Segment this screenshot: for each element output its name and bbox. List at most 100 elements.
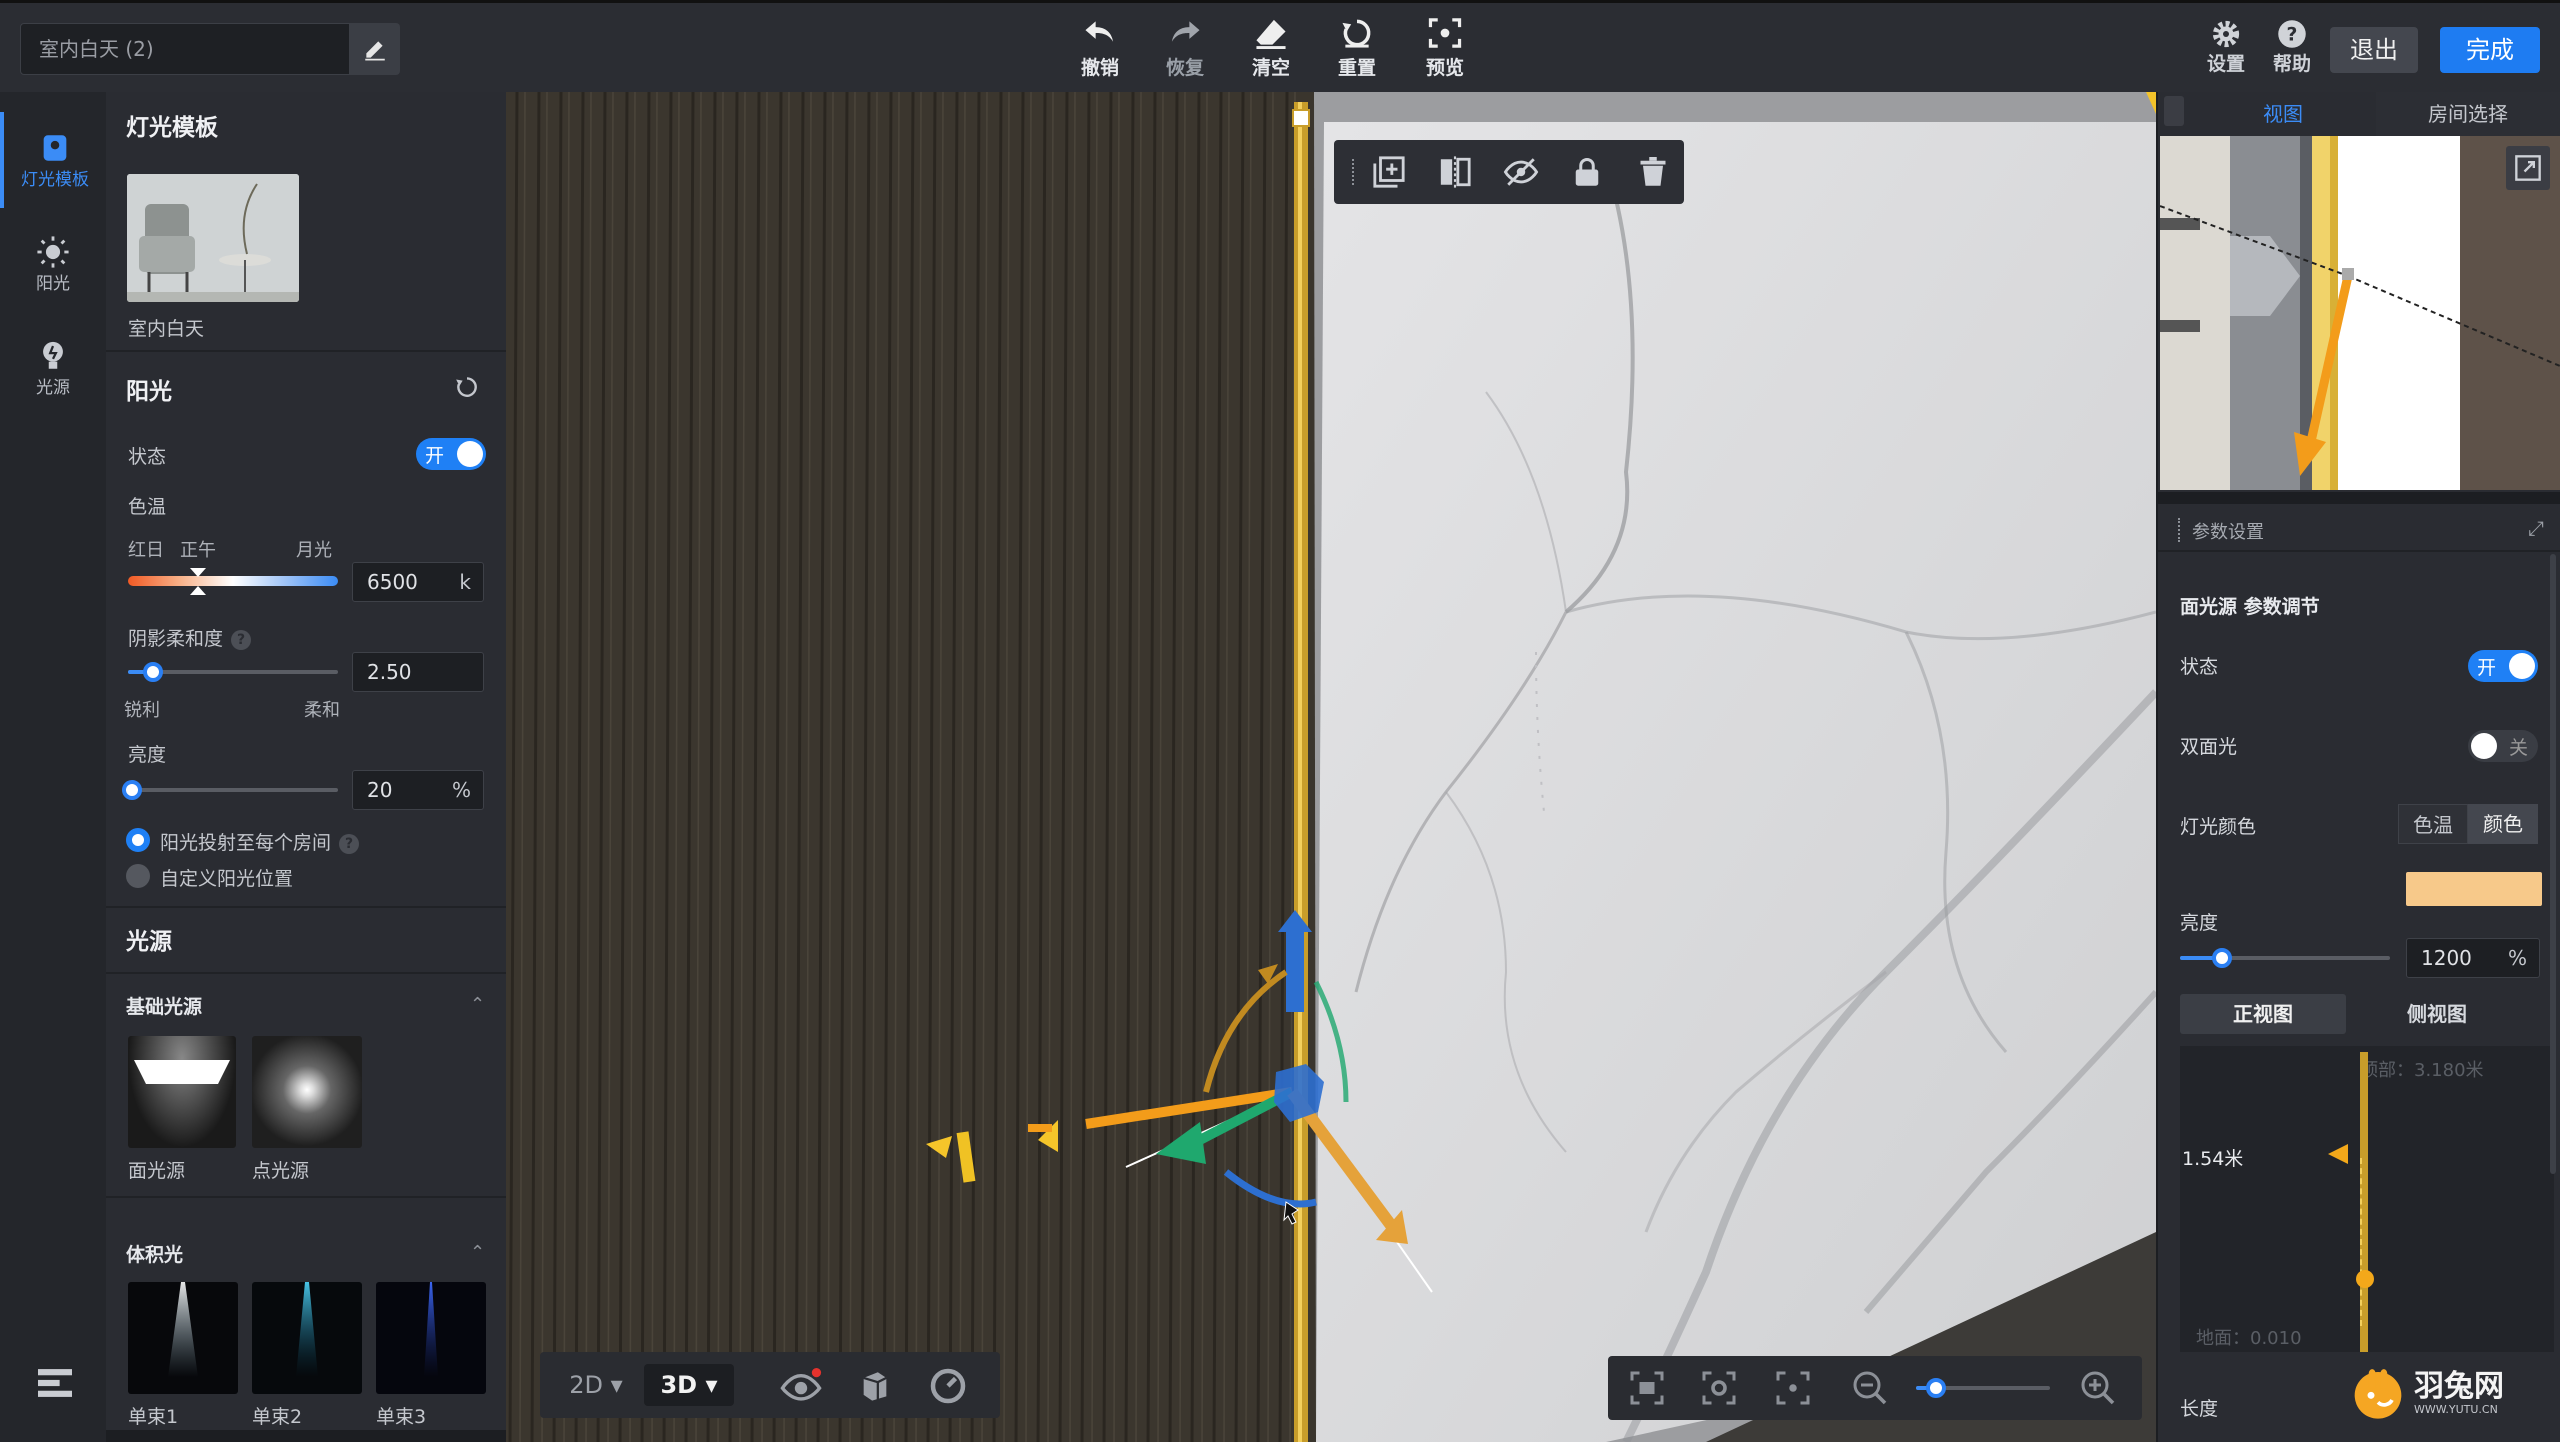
redo-button[interactable]: 恢复 — [1150, 17, 1220, 85]
radio-all-rooms-label: 阳光投射至每个房间? — [160, 828, 360, 855]
shadow-input[interactable]: 2.50 — [352, 652, 484, 692]
collapse-panel-button[interactable] — [36, 1366, 74, 1404]
preview-label: 预览 — [1425, 57, 1464, 79]
undo-button[interactable]: 撤销 — [1065, 17, 1135, 85]
exit-button[interactable]: 退出 — [2330, 27, 2418, 73]
beam2-label: 单束2 — [252, 1406, 303, 1428]
height-handle[interactable] — [2356, 1270, 2374, 1288]
point-light-item[interactable] — [252, 1036, 362, 1148]
zoom-out-button[interactable] — [1852, 1370, 1888, 1410]
brightness-slider[interactable] — [122, 780, 338, 800]
view-2d-button[interactable]: 2D ▾ — [560, 1364, 632, 1406]
zoom-slider[interactable] — [1916, 1378, 2050, 1398]
eraser-icon — [1256, 19, 1286, 49]
lb-unit: % — [2507, 946, 2527, 970]
camera-settings-button[interactable] — [1700, 1370, 1738, 1410]
svg-text:?: ? — [2287, 24, 2298, 45]
reset-button[interactable]: 重置 — [1322, 17, 1392, 85]
shadow-slider-handle[interactable] — [143, 662, 163, 682]
front-view-button[interactable]: 正视图 — [2180, 994, 2346, 1034]
height-value: 1.54米 — [2182, 1148, 2244, 1170]
beam2-item[interactable] — [252, 1282, 362, 1394]
radio-all-rooms[interactable] — [126, 828, 150, 852]
template-thumbnail[interactable] — [127, 174, 299, 302]
undo-label: 撤销 — [1080, 57, 1119, 79]
help-icon[interactable]: ? — [231, 629, 252, 650]
expand-params-icon[interactable]: ⤢ — [2528, 516, 2544, 540]
nav-lights[interactable]: 光源 — [0, 320, 106, 416]
settings-button[interactable]: 设置 — [2196, 19, 2256, 85]
nav-lamp-template[interactable]: 灯光模板 — [0, 112, 106, 208]
zoom-out-icon — [1853, 1371, 1887, 1405]
double-side-toggle[interactable]: 关 — [2468, 730, 2538, 762]
lock-object-button[interactable] — [1566, 151, 1608, 193]
hide-object-button[interactable] — [1500, 151, 1542, 193]
copy-object-button[interactable] — [1368, 151, 1410, 193]
sunlight-status-toggle[interactable]: 开 — [416, 438, 486, 470]
color-mode-color[interactable]: 颜色 — [2468, 804, 2538, 844]
collapse-volume-icon[interactable]: ⌃ — [470, 1242, 485, 1263]
beam1-label: 单束1 — [128, 1406, 179, 1428]
brightness-input[interactable]: 20% — [352, 770, 484, 810]
drag-handle[interactable] — [2164, 96, 2184, 126]
params-scrollbar[interactable] — [2550, 554, 2556, 1174]
params-panel: 参数设置 ⤢ 面光源 参数调节 状态 开 双面光 关 灯光颜色 色温 颜色 亮度… — [2158, 504, 2560, 1442]
rename-button[interactable] — [350, 23, 400, 75]
nav-label: 阳光 — [36, 273, 70, 294]
minimap-view[interactable] — [2160, 136, 2560, 490]
color-temp-handle[interactable] — [190, 568, 206, 577]
cube-view-button[interactable] — [858, 1368, 892, 1406]
ct-right-label: 月光 — [296, 540, 332, 561]
beam1-item[interactable] — [128, 1282, 238, 1394]
preview-button[interactable]: 预览 — [1410, 17, 1480, 85]
help-button[interactable]: ? 帮助 — [2262, 19, 2322, 85]
focus-button[interactable] — [1774, 1370, 1812, 1410]
color-temp-slider[interactable] — [128, 576, 338, 586]
params-title: 参数设置 — [2192, 522, 2264, 543]
brightness-slider-handle[interactable] — [122, 780, 142, 800]
viewport-3d[interactable] — [506, 92, 2156, 1442]
copy-plus-icon — [1373, 156, 1405, 188]
focus-icon — [1776, 1371, 1810, 1405]
zoom-slider-handle[interactable] — [1926, 1378, 1946, 1398]
light-brightness-handle[interactable] — [2212, 948, 2232, 968]
top-toolbar: 室内白天 (2) 撤销 恢复 清空 重置 预览 设置 ? 帮助 退出 完成 — [0, 0, 2560, 92]
lock-icon — [1575, 158, 1599, 186]
color-mode-temp[interactable]: 色温 — [2398, 804, 2468, 844]
shadow-slider[interactable] — [128, 662, 338, 682]
brightness-unit: % — [451, 778, 471, 802]
light-color-swatch[interactable] — [2406, 872, 2542, 906]
radio-custom-label: 自定义阳光位置 — [160, 868, 294, 890]
tab-view[interactable]: 视图 — [2190, 92, 2376, 136]
list-icon — [38, 1369, 72, 1397]
visibility-button[interactable] — [780, 1368, 822, 1406]
help-label: 帮助 — [2272, 53, 2311, 75]
light-brightness-input[interactable]: 1200% — [2406, 938, 2540, 978]
light-brightness-slider[interactable] — [2180, 948, 2390, 968]
nav-label: 灯光模板 — [21, 169, 89, 190]
front-view-diagram[interactable]: 顶部：3.180米 1.54米 地面：0.010 — [2180, 1046, 2554, 1352]
gauge-button[interactable] — [930, 1368, 966, 1408]
beam3-item[interactable] — [376, 1282, 486, 1394]
light-status-toggle[interactable]: 开 — [2468, 650, 2538, 682]
zoom-in-button[interactable] — [2080, 1370, 2116, 1410]
radio-custom-position[interactable] — [126, 864, 150, 888]
scene-name-field[interactable]: 室内白天 (2) — [20, 23, 350, 75]
scene-render — [506, 92, 2156, 1442]
view-3d-button[interactable]: 3D ▾ — [644, 1364, 734, 1406]
sunlight-reset-button[interactable] — [454, 374, 480, 402]
area-light-item[interactable] — [128, 1036, 236, 1148]
expand-minimap-button[interactable] — [2506, 146, 2550, 190]
status-label: 状态 — [128, 446, 167, 468]
color-temp-input[interactable]: 6500 k — [352, 562, 484, 602]
mirror-object-button[interactable] — [1434, 151, 1476, 193]
camera-fit-button[interactable] — [1628, 1370, 1666, 1410]
help-icon[interactable]: ? — [339, 833, 360, 854]
nav-sunlight[interactable]: 阳光 — [0, 216, 106, 312]
clear-button[interactable]: 清空 — [1236, 17, 1306, 85]
tab-room-select[interactable]: 房间选择 — [2376, 92, 2560, 136]
done-button[interactable]: 完成 — [2440, 27, 2540, 73]
delete-object-button[interactable] — [1632, 151, 1674, 193]
collapse-basic-icon[interactable]: ⌃ — [470, 994, 485, 1015]
side-view-button[interactable]: 侧视图 — [2354, 994, 2520, 1034]
